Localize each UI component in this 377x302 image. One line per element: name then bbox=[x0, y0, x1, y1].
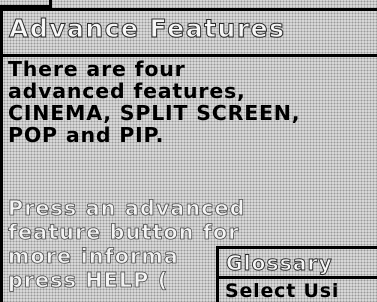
window-frame-corner bbox=[0, 0, 52, 8]
help-screen: Advance Features There are four advanced… bbox=[0, 0, 377, 302]
glossary-window[interactable]: Glossary Select Usi bbox=[216, 246, 377, 302]
glossary-select-prompt: Select Usi bbox=[225, 280, 340, 302]
glossary-title: Glossary bbox=[226, 251, 333, 275]
panel-title: Advance Features bbox=[9, 14, 286, 43]
features-description: There are four advanced features, CINEMA… bbox=[8, 57, 301, 147]
glossary-divider bbox=[219, 276, 377, 279]
